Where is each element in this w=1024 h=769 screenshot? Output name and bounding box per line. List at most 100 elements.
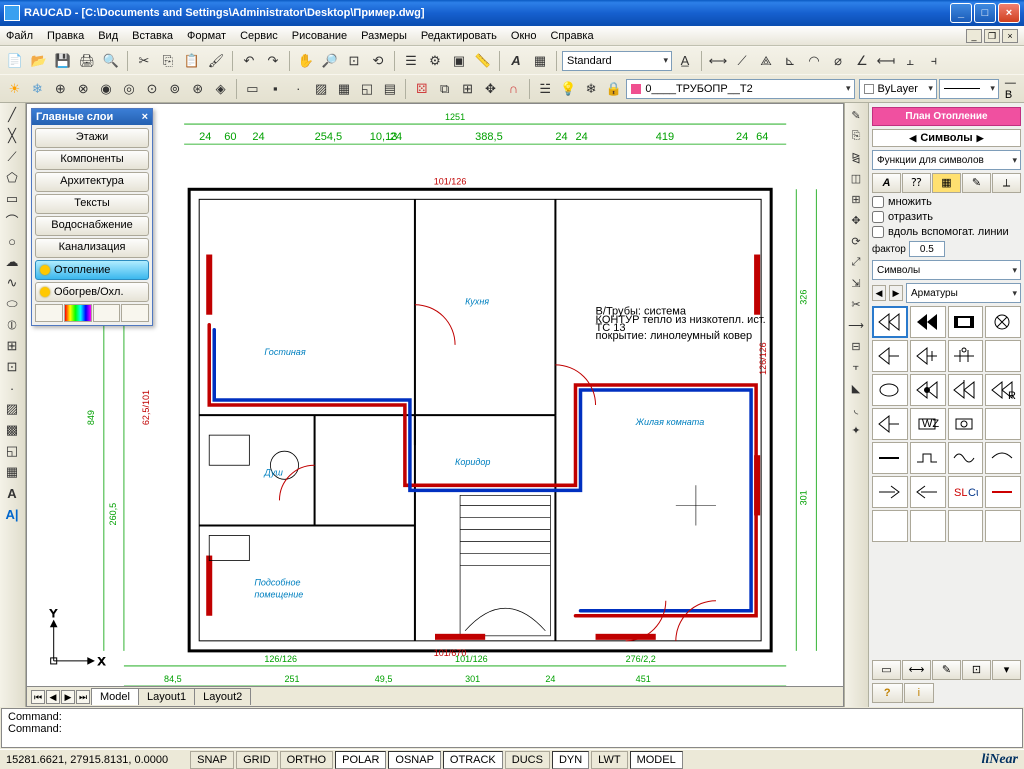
open-icon[interactable]: 📂 bbox=[28, 50, 50, 72]
status-lwt[interactable]: LWT bbox=[591, 751, 627, 769]
insert-icon[interactable]: ⊞ bbox=[1, 336, 23, 356]
rect-icon[interactable]: ▭ bbox=[242, 78, 263, 100]
print-icon[interactable]: 🖨 bbox=[76, 50, 98, 72]
tool3-icon[interactable]: ⊕ bbox=[50, 78, 71, 100]
sym-arrow1[interactable] bbox=[872, 476, 908, 508]
chk-multiply[interactable]: множить bbox=[872, 196, 1021, 208]
move-icon[interactable]: ✥ bbox=[480, 78, 501, 100]
layer-combo[interactable]: 0____ТРУБОПР__Т2 bbox=[626, 79, 854, 99]
sym-ext1[interactable] bbox=[872, 510, 908, 542]
mtext2-icon[interactable]: A| bbox=[1, 504, 23, 524]
rtb-copy-icon[interactable]: ⎘ bbox=[846, 126, 866, 146]
menu-insert[interactable]: Вставка bbox=[132, 30, 173, 42]
new-icon[interactable]: 📄 bbox=[4, 50, 26, 72]
block2-icon[interactable]: ▪ bbox=[265, 78, 286, 100]
rtb-stretch-icon[interactable]: ⇲ bbox=[846, 273, 866, 293]
menu-dimensions[interactable]: Размеры bbox=[361, 30, 407, 42]
layer-tool1[interactable] bbox=[35, 304, 63, 322]
dim-continue-icon[interactable]: ⫞ bbox=[923, 50, 945, 72]
magnet-icon[interactable]: ∩ bbox=[503, 78, 524, 100]
table-icon[interactable]: ▦ bbox=[529, 50, 551, 72]
sym-arrow2[interactable] bbox=[910, 476, 946, 508]
sym-valve15[interactable] bbox=[948, 408, 984, 440]
status-ortho[interactable]: ORTHO bbox=[280, 751, 334, 769]
layerlock-icon[interactable]: 🔒 bbox=[603, 78, 624, 100]
sym-valve3[interactable] bbox=[948, 306, 984, 338]
cut-icon[interactable]: ✂ bbox=[133, 50, 155, 72]
measure-icon[interactable]: 📏 bbox=[472, 50, 494, 72]
sym-valve16[interactable] bbox=[985, 408, 1021, 440]
menu-draw[interactable]: Рисование bbox=[292, 30, 347, 42]
rp-bottom5[interactable]: ▾ bbox=[992, 660, 1021, 680]
sym-valve1[interactable] bbox=[872, 306, 908, 338]
sym-mark1[interactable]: SLCu bbox=[948, 476, 984, 508]
factor-input[interactable] bbox=[909, 241, 945, 257]
category-combo[interactable]: Арматуры bbox=[906, 283, 1021, 303]
symbol-func-combo[interactable]: Функции для символов bbox=[872, 150, 1021, 170]
region2-icon[interactable]: ◱ bbox=[1, 441, 23, 461]
rtb-chamfer-icon[interactable]: ◣ bbox=[846, 378, 866, 398]
symbols-combo[interactable]: Символы bbox=[872, 260, 1021, 280]
sym-line3[interactable] bbox=[948, 442, 984, 474]
menu-view[interactable]: Вид bbox=[98, 30, 118, 42]
status-dyn[interactable]: DYN bbox=[552, 751, 589, 769]
status-otrack[interactable]: OTRACK bbox=[443, 751, 503, 769]
tool8-icon[interactable]: ⊚ bbox=[164, 78, 185, 100]
mdi-restore-button[interactable]: ❐ bbox=[984, 29, 1000, 43]
gradient-icon[interactable]: ▦ bbox=[334, 78, 355, 100]
layer-btn-architecture[interactable]: Архитектура bbox=[35, 172, 149, 192]
rtb-erase-icon[interactable]: ✎ bbox=[846, 105, 866, 125]
rtb-extend-icon[interactable]: ⟶ bbox=[846, 315, 866, 335]
status-osnap[interactable]: OSNAP bbox=[388, 751, 441, 769]
xline-icon[interactable]: ╳ bbox=[1, 126, 23, 146]
line-icon[interactable]: ╱ bbox=[1, 105, 23, 125]
layer-color-gradient[interactable] bbox=[64, 304, 92, 322]
layers-panel[interactable]: Главные слои× Этажи Компоненты Архитекту… bbox=[31, 108, 153, 326]
point2-icon[interactable]: · bbox=[1, 378, 23, 398]
linetype-combo[interactable] bbox=[939, 79, 999, 99]
status-ducs[interactable]: DUCS bbox=[505, 751, 550, 769]
rp-bottom4[interactable]: ⊡ bbox=[962, 660, 991, 680]
block-icon[interactable]: ▣ bbox=[448, 50, 470, 72]
dim-quick-icon[interactable]: ⟻ bbox=[875, 50, 897, 72]
sheet-first-icon[interactable]: ⏮ bbox=[31, 690, 45, 704]
gradient2-icon[interactable]: ▩ bbox=[1, 420, 23, 440]
menu-service[interactable]: Сервис bbox=[240, 30, 278, 42]
rp-bottom3[interactable]: ✎ bbox=[932, 660, 961, 680]
layer-tool3[interactable] bbox=[93, 304, 121, 322]
dim-aligned-icon[interactable]: ⟋ bbox=[731, 50, 753, 72]
layer-tool4[interactable] bbox=[121, 304, 149, 322]
sym-ext2[interactable] bbox=[910, 510, 946, 542]
rtb-mirror-icon[interactable]: ⧎ bbox=[846, 147, 866, 167]
table2-icon[interactable]: ▤ bbox=[379, 78, 400, 100]
arc-icon[interactable]: ⌒ bbox=[1, 210, 23, 230]
paste-icon[interactable]: 📋 bbox=[181, 50, 203, 72]
rtb-rotate-icon[interactable]: ⟳ bbox=[846, 231, 866, 251]
array-icon[interactable]: ⊞ bbox=[457, 78, 478, 100]
rtb-scale-icon[interactable]: ⤢ bbox=[846, 252, 866, 272]
layeroff-icon[interactable]: 💡 bbox=[558, 78, 579, 100]
sym-valve7[interactable] bbox=[948, 340, 984, 372]
menu-format[interactable]: Формат bbox=[187, 30, 226, 42]
layer-btn-sewage[interactable]: Канализация bbox=[35, 238, 149, 258]
sym-valve13[interactable] bbox=[872, 408, 908, 440]
match-icon[interactable]: 🖌 bbox=[205, 50, 227, 72]
rp-help-icon[interactable]: ? bbox=[872, 683, 903, 703]
hatch-icon[interactable]: ▨ bbox=[311, 78, 332, 100]
mdi-close-button[interactable]: × bbox=[1002, 29, 1018, 43]
rtb-join-icon[interactable]: ⫟ bbox=[846, 357, 866, 377]
pline-icon[interactable]: ⟋ bbox=[1, 147, 23, 167]
menu-window[interactable]: Окно bbox=[511, 30, 537, 42]
tool4-icon[interactable]: ⊗ bbox=[73, 78, 94, 100]
rtb-trim-icon[interactable]: ✂ bbox=[846, 294, 866, 314]
freezeall-icon[interactable]: ❄ bbox=[27, 78, 48, 100]
sym-next-icon[interactable]: ▶ bbox=[889, 285, 903, 301]
rtb-array-icon[interactable]: ⊞ bbox=[846, 189, 866, 209]
tool5-icon[interactable]: ◉ bbox=[96, 78, 117, 100]
dim-arc-icon[interactable]: ⟁ bbox=[755, 50, 777, 72]
dim-diameter-icon[interactable]: ⌀ bbox=[827, 50, 849, 72]
makeblock-icon[interactable]: ⊡ bbox=[1, 357, 23, 377]
sym-mark2[interactable] bbox=[985, 476, 1021, 508]
region-icon[interactable]: ◱ bbox=[357, 78, 378, 100]
rectangle-icon[interactable]: ▭ bbox=[1, 189, 23, 209]
